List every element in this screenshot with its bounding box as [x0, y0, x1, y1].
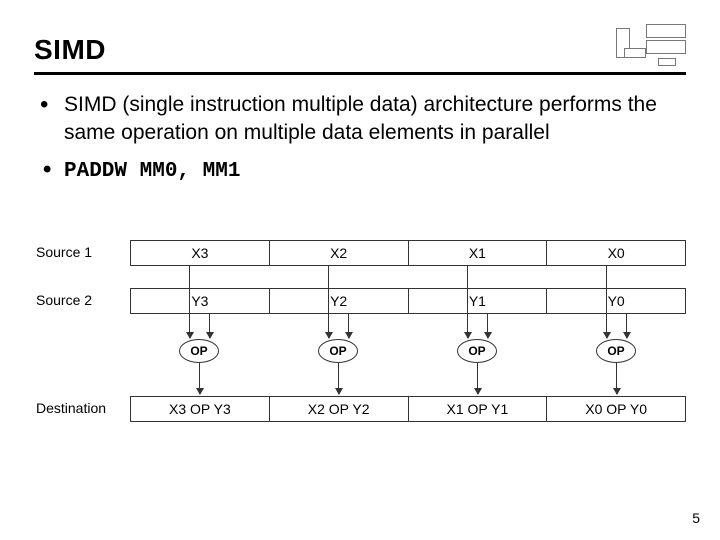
op-node: OP [596, 339, 636, 363]
page-title: SIMD [34, 34, 106, 66]
src2-cell: Y0 [547, 289, 685, 313]
src1-cell: X2 [270, 241, 409, 265]
arrow-down-icon [199, 363, 200, 394]
op-node: OP [318, 339, 358, 363]
arrow-down-icon [487, 314, 488, 338]
arrow-down-icon [209, 314, 210, 338]
title-bar: SIMD [34, 24, 686, 75]
arrow-down-icon [616, 363, 617, 394]
destination-cells: X3 OP Y3 X2 OP Y2 X1 OP Y1 X0 OP Y0 [130, 396, 686, 422]
op-node: OP [457, 339, 497, 363]
src2-cell: Y1 [409, 289, 548, 313]
dest-cell: X0 OP Y0 [547, 397, 685, 421]
dest-cell: X3 OP Y3 [131, 397, 270, 421]
op-row: OP OP OP OP [130, 314, 686, 394]
source2-cells: Y3 Y2 Y1 Y0 [130, 288, 686, 314]
arrow-down-icon [328, 266, 329, 338]
arrow-down-icon [348, 314, 349, 338]
source1-cells: X3 X2 X1 X0 [130, 240, 686, 266]
bullet-list: SIMD (single instruction multiple data) … [34, 91, 686, 186]
arrow-down-icon [467, 266, 468, 338]
src1-cell: X0 [547, 241, 685, 265]
dest-cell: X1 OP Y1 [409, 397, 548, 421]
arrow-down-icon [338, 363, 339, 394]
src2-cell: Y2 [270, 289, 409, 313]
arrow-down-icon [477, 363, 478, 394]
corner-decoration-icon [616, 24, 686, 66]
label-source1: Source 1 [36, 244, 92, 260]
src1-cell: X1 [409, 241, 548, 265]
arrow-down-icon [626, 314, 627, 338]
src2-cell: Y3 [131, 289, 270, 313]
label-destination: Destination [36, 400, 106, 416]
label-source2: Source 2 [36, 292, 92, 308]
dest-cell: X2 OP Y2 [270, 397, 409, 421]
src1-cell: X3 [131, 241, 270, 265]
arrow-down-icon [189, 266, 190, 338]
bullet-item-code: PADDW MM0, MM1 [34, 158, 686, 186]
page-number: 5 [692, 510, 700, 526]
arrow-down-icon [606, 266, 607, 338]
bullet-item: SIMD (single instruction multiple data) … [34, 91, 686, 148]
op-node: OP [179, 339, 219, 363]
